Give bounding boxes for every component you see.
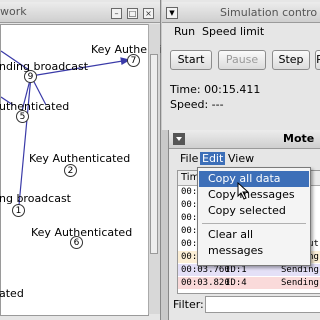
network-window: work – □ × 7 Key Authenticated 9 nding b… <box>0 0 192 320</box>
menu-view[interactable]: View <box>226 152 256 165</box>
cell-id: ID:4 <box>225 278 247 288</box>
simulation-title: Simulation contro <box>220 6 318 19</box>
simulation-time: Time: 00:15.411 <box>170 83 261 96</box>
network-canvas[interactable]: 7 Key Authenticated 9 nding broadcast 5 … <box>0 24 192 316</box>
mote-title: Mote <box>283 132 315 145</box>
menu-speed-limit[interactable]: Speed limit <box>202 25 264 38</box>
start-button[interactable]: Start <box>170 50 212 70</box>
menu-separator <box>202 223 306 224</box>
menu-run[interactable]: Run <box>174 25 195 38</box>
filter-label: Filter: <box>173 298 204 311</box>
network-title: work <box>0 5 27 18</box>
menu-edit[interactable]: Edit <box>200 152 226 165</box>
reload-button[interactable]: R <box>315 50 320 70</box>
menu-item-clear-all-messages[interactable]: Clear all messages <box>199 227 309 257</box>
simulation-control-window: ▼ Simulation contro Run Speed limit Star… <box>162 0 320 130</box>
cell-time: 00:03.820 <box>181 278 230 288</box>
simulation-titlebar[interactable]: ▼ Simulation contro <box>162 2 320 23</box>
simulation-speed: Speed: --- <box>170 98 224 111</box>
mouse-cursor-icon <box>237 182 250 200</box>
node-1-label: ng broadcast <box>0 192 71 205</box>
node-2[interactable]: 2 <box>64 164 77 177</box>
mote-titlebar[interactable]: Mote <box>169 130 320 149</box>
node-5-label: uthenticated <box>0 100 70 113</box>
network-titlebar[interactable]: work – □ × <box>0 2 160 23</box>
scrollbar-thumb[interactable] <box>150 54 158 254</box>
node-1[interactable]: 1 <box>12 204 25 217</box>
table-row[interactable]: 00:03.820 ID:4 Sending <box>178 277 320 289</box>
menu-item-copy-selected[interactable]: Copy selected <box>199 203 309 219</box>
network-scrollbar[interactable] <box>148 24 160 314</box>
filter-input[interactable] <box>205 296 320 313</box>
bottom-node-label: ated <box>0 287 24 300</box>
node-6-label: Key Authenticated <box>31 226 133 239</box>
minimize-icon[interactable]: – <box>111 8 122 19</box>
step-button[interactable]: Step <box>272 50 310 70</box>
collapse-icon[interactable]: ▼ <box>166 7 178 19</box>
pause-button[interactable]: Pause <box>218 50 266 70</box>
menu-item-copy-all-data[interactable]: Copy all data <box>199 171 309 187</box>
close-icon[interactable]: × <box>143 8 154 19</box>
link-9-1 <box>18 75 32 206</box>
menu-item-copy-messages[interactable]: Copy messages <box>199 187 309 203</box>
collapse-icon[interactable] <box>173 133 185 145</box>
node-2-label: Key Authenticated <box>29 152 131 165</box>
node-9-label: nding broadcast <box>0 60 89 73</box>
maximize-icon[interactable]: □ <box>127 8 138 19</box>
edit-menu-dropdown: Copy all data Copy messages Copy selecte… <box>197 167 311 266</box>
cell-msg: Sending <box>281 278 319 288</box>
menu-file[interactable]: File <box>178 152 200 165</box>
